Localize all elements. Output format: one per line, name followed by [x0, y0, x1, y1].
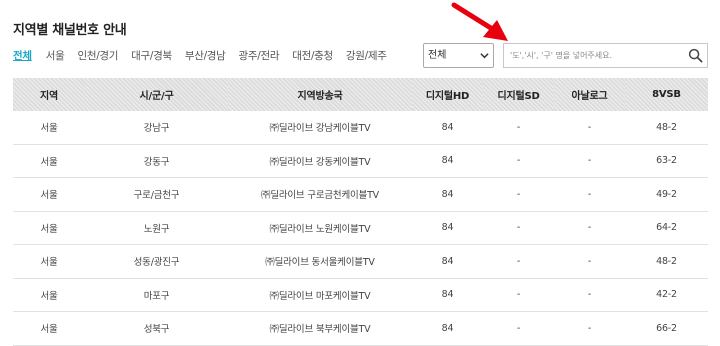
- search-icon[interactable]: [688, 48, 703, 63]
- table-cell: 84: [412, 211, 483, 245]
- table-cell: 84: [412, 244, 483, 279]
- column-header: 시/군/구: [85, 78, 228, 111]
- table-cell: ㈜딜라이브 동서울케이블TV: [228, 244, 412, 279]
- search-box: [503, 43, 708, 68]
- region-tabs: 전체 서울 인천/경기 대구/경북 부산/경남 광주/전라 대전/충청 강원/제주: [13, 48, 400, 66]
- table-cell: 48-2: [625, 111, 708, 145]
- table-cell: -: [554, 177, 625, 212]
- table-cell: -: [483, 244, 554, 279]
- table-cell: 48-2: [625, 244, 708, 279]
- column-header: 8VSB: [625, 78, 708, 111]
- table-cell: 84: [412, 311, 483, 346]
- table-cell: 구로/금천구: [85, 177, 228, 212]
- table-cell: 63-2: [625, 144, 708, 178]
- table-cell: ㈜딜라이브 북부케이블TV: [228, 311, 412, 346]
- table-cell: ㈜딜라이브 강동케이블TV: [228, 144, 412, 178]
- table-cell: 서울: [13, 244, 85, 279]
- table-cell: 서울: [13, 211, 85, 245]
- region-select-value: 전체: [428, 50, 447, 61]
- channel-table: 지역 시/군/구 지역방송국 디지털HD 디지털SD 아날로그 8VSB 서울 강남구 ㈜딜라이…: [13, 78, 708, 346]
- table-row: 서울 성동/광진구 ㈜딜라이브 동서울케이블TV 84- -48-2: [13, 244, 708, 279]
- region-tab[interactable]: 인천/경기: [77, 48, 118, 66]
- column-header: 지역: [13, 78, 85, 111]
- search-input[interactable]: [510, 48, 680, 63]
- table-row: 서울 노원구 ㈜딜라이브 노원케이블TV 84- -64-2: [13, 211, 708, 245]
- chevron-down-icon: [480, 53, 489, 59]
- table-cell: 84: [412, 111, 483, 145]
- table-cell: 서울: [13, 111, 85, 145]
- table-cell: ㈜딜라이브 구로금천케이블TV: [228, 177, 412, 212]
- table-cell: 서울: [13, 144, 85, 178]
- table-cell: 84: [412, 278, 483, 312]
- table-cell: -: [483, 311, 554, 346]
- table-cell: 49-2: [625, 177, 708, 212]
- table-cell: -: [554, 311, 625, 346]
- table-cell: 서울: [13, 311, 85, 346]
- table-cell: ㈜딜라이브 마포케이블TV: [228, 278, 412, 312]
- table-cell: -: [554, 244, 625, 279]
- table-header-row: 지역 시/군/구 지역방송국 디지털HD 디지털SD 아날로그 8VSB: [13, 78, 708, 111]
- region-tab[interactable]: 광주/전라: [239, 48, 280, 66]
- table-cell: 84: [412, 177, 483, 212]
- region-tab[interactable]: 대구/경북: [131, 48, 172, 66]
- column-header: 지역방송국: [228, 78, 412, 111]
- table-cell: -: [554, 111, 625, 145]
- table-cell: ㈜딜라이브 강남케이블TV: [228, 111, 412, 145]
- table-cell: 강남구: [85, 111, 228, 145]
- region-tab[interactable]: 서울: [46, 48, 65, 66]
- column-header: 아날로그: [554, 78, 625, 111]
- table-row: 서울 성북구 ㈜딜라이브 북부케이블TV 84- -66-2: [13, 311, 708, 346]
- column-header: 디지털HD: [412, 78, 483, 111]
- table-cell: 42-2: [625, 278, 708, 312]
- table-row: 서울 구로/금천구 ㈜딜라이브 구로금천케이블TV 84- -49-2: [13, 177, 708, 212]
- table-cell: -: [483, 211, 554, 245]
- annotation-arrow-icon: [451, 2, 508, 41]
- table-cell: -: [483, 177, 554, 212]
- region-tab[interactable]: 대전/충청: [292, 48, 333, 66]
- table-row: 서울 마포구 ㈜딜라이브 마포케이블TV 84- -42-2: [13, 278, 708, 312]
- table-cell: 84: [412, 144, 483, 178]
- table-cell: 마포구: [85, 278, 228, 312]
- region-tab[interactable]: 강원/제주: [346, 48, 387, 66]
- table-cell: 성북구: [85, 311, 228, 346]
- table-cell: -: [483, 144, 554, 178]
- table-cell: 64-2: [625, 211, 708, 245]
- column-header: 디지털SD: [483, 78, 554, 111]
- table-cell: 성동/광진구: [85, 244, 228, 279]
- table-cell: -: [554, 144, 625, 178]
- table-cell: -: [554, 278, 625, 312]
- table-cell: 서울: [13, 177, 85, 212]
- table-cell: 66-2: [625, 311, 708, 346]
- region-tab[interactable]: 부산/경남: [185, 48, 226, 66]
- table-cell: -: [483, 111, 554, 145]
- table-row: 서울 강동구 ㈜딜라이브 강동케이블TV 84- -63-2: [13, 144, 708, 178]
- table-cell: 강동구: [85, 144, 228, 178]
- page-title: 지역별 채널번호 안내: [13, 23, 127, 38]
- table-cell: ㈜딜라이브 노원케이블TV: [228, 211, 412, 245]
- table-cell: 서울: [13, 278, 85, 312]
- region-tab[interactable]: 전체: [13, 48, 32, 66]
- table-cell: -: [554, 211, 625, 245]
- table-row: 서울 강남구 ㈜딜라이브 강남케이블TV 84- -48-2: [13, 111, 708, 145]
- table-cell: 노원구: [85, 211, 228, 245]
- table-cell: -: [483, 278, 554, 312]
